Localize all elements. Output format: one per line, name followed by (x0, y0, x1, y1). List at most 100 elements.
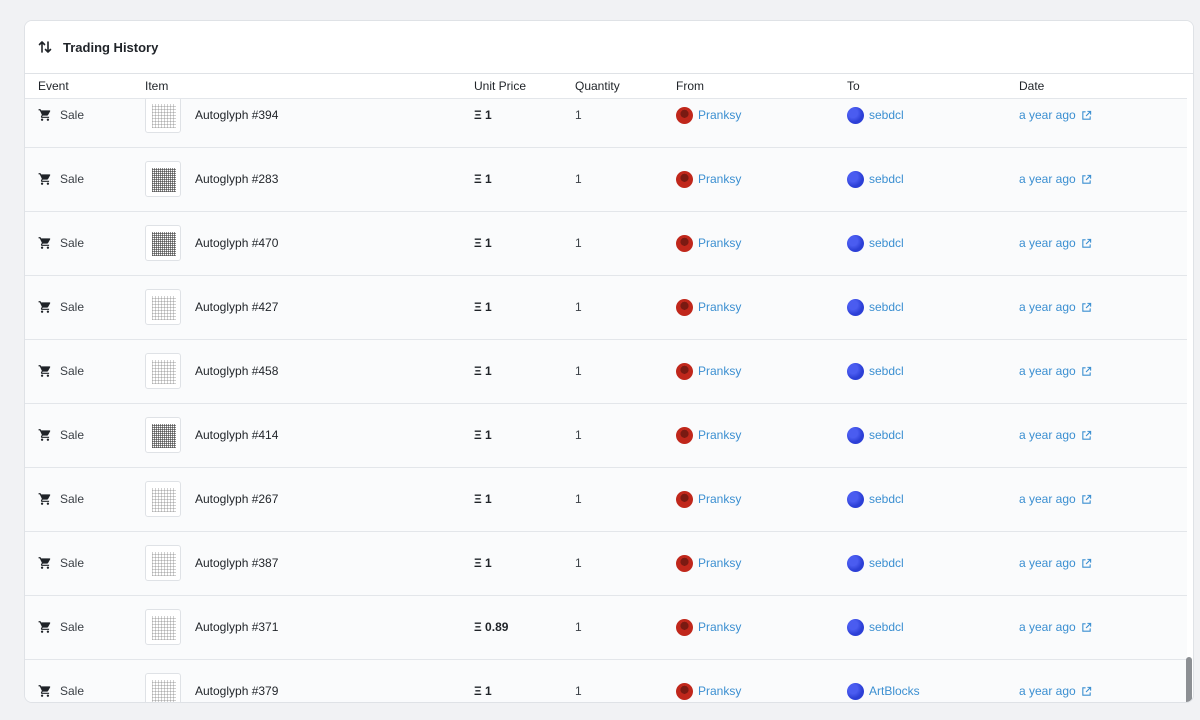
external-link-icon[interactable] (1081, 622, 1092, 633)
item-thumbnail[interactable] (145, 225, 181, 261)
table-row[interactable]: Sale Autoglyph #470 Ξ 1 1 Pranksy sebdcl… (25, 212, 1187, 276)
from-user-link[interactable]: Pranksy (698, 620, 741, 634)
from-user-link[interactable]: Pranksy (698, 108, 741, 122)
col-event[interactable]: Event (38, 79, 69, 93)
from-user-link[interactable]: Pranksy (698, 428, 741, 442)
date-cell[interactable]: a year ago (1019, 620, 1092, 634)
date-link[interactable]: a year ago (1019, 492, 1076, 506)
avatar[interactable] (676, 170, 693, 188)
to-user-link[interactable]: sebdcl (869, 620, 904, 634)
to-user-link[interactable]: sebdcl (869, 108, 904, 122)
avatar[interactable] (847, 234, 864, 252)
item-name[interactable]: Autoglyph #427 (195, 300, 278, 314)
avatar[interactable] (676, 618, 693, 636)
avatar[interactable] (676, 298, 693, 316)
date-cell[interactable]: a year ago (1019, 556, 1092, 570)
avatar[interactable] (676, 554, 693, 572)
avatar[interactable] (676, 106, 693, 124)
col-date[interactable]: Date (1019, 79, 1044, 93)
table-row[interactable]: Sale Autoglyph #387 Ξ 1 1 Pranksy sebdcl… (25, 532, 1187, 596)
date-link[interactable]: a year ago (1019, 684, 1076, 698)
from-user-link[interactable]: Pranksy (698, 556, 741, 570)
from-user-link[interactable]: Pranksy (698, 300, 741, 314)
to-user-link[interactable]: sebdcl (869, 364, 904, 378)
avatar[interactable] (847, 682, 864, 700)
external-link-icon[interactable] (1081, 686, 1092, 697)
item-name[interactable]: Autoglyph #470 (195, 236, 278, 250)
external-link-icon[interactable] (1081, 302, 1092, 313)
item-name[interactable]: Autoglyph #371 (195, 620, 278, 634)
external-link-icon[interactable] (1081, 558, 1092, 569)
item-thumbnail[interactable] (145, 673, 181, 702)
item-name[interactable]: Autoglyph #379 (195, 684, 278, 698)
item-name[interactable]: Autoglyph #414 (195, 428, 278, 442)
to-user-link[interactable]: sebdcl (869, 492, 904, 506)
col-to[interactable]: To (847, 79, 860, 93)
avatar[interactable] (676, 682, 693, 700)
from-user-link[interactable]: Pranksy (698, 684, 741, 698)
external-link-icon[interactable] (1081, 238, 1092, 249)
table-row[interactable]: Sale Autoglyph #267 Ξ 1 1 Pranksy sebdcl… (25, 468, 1187, 532)
item-name[interactable]: Autoglyph #394 (195, 108, 278, 122)
avatar[interactable] (847, 106, 864, 124)
item-name[interactable]: Autoglyph #387 (195, 556, 278, 570)
table-row[interactable]: Sale Autoglyph #371 Ξ 0.89 1 Pranksy seb… (25, 596, 1187, 660)
date-cell[interactable]: a year ago (1019, 236, 1092, 250)
avatar[interactable] (676, 490, 693, 508)
table-row[interactable]: Sale Autoglyph #379 Ξ 1 1 Pranksy ArtBlo… (25, 660, 1187, 702)
item-thumbnail[interactable] (145, 481, 181, 517)
external-link-icon[interactable] (1081, 110, 1092, 121)
avatar[interactable] (847, 554, 864, 572)
date-cell[interactable]: a year ago (1019, 492, 1092, 506)
date-link[interactable]: a year ago (1019, 556, 1076, 570)
date-cell[interactable]: a year ago (1019, 108, 1092, 122)
external-link-icon[interactable] (1081, 430, 1092, 441)
avatar[interactable] (847, 170, 864, 188)
external-link-icon[interactable] (1081, 366, 1092, 377)
avatar[interactable] (676, 234, 693, 252)
table-row[interactable]: Sale Autoglyph #414 Ξ 1 1 Pranksy sebdcl… (25, 404, 1187, 468)
date-cell[interactable]: a year ago (1019, 428, 1092, 442)
item-name[interactable]: Autoglyph #283 (195, 172, 278, 186)
avatar[interactable] (847, 426, 864, 444)
date-link[interactable]: a year ago (1019, 236, 1076, 250)
from-user-link[interactable]: Pranksy (698, 364, 741, 378)
date-cell[interactable]: a year ago (1019, 300, 1092, 314)
date-link[interactable]: a year ago (1019, 108, 1076, 122)
external-link-icon[interactable] (1081, 174, 1092, 185)
item-thumbnail[interactable] (145, 97, 181, 133)
table-row[interactable]: Sale Autoglyph #283 Ξ 1 1 Pranksy sebdcl… (25, 148, 1187, 212)
from-user-link[interactable]: Pranksy (698, 236, 741, 250)
date-link[interactable]: a year ago (1019, 364, 1076, 378)
scrollbar-thumb[interactable] (1186, 657, 1192, 702)
col-from[interactable]: From (676, 79, 704, 93)
avatar[interactable] (847, 490, 864, 508)
to-user-link[interactable]: sebdcl (869, 300, 904, 314)
item-thumbnail[interactable] (145, 161, 181, 197)
avatar[interactable] (847, 298, 864, 316)
to-user-link[interactable]: sebdcl (869, 172, 904, 186)
scrollbar-track[interactable] (1186, 99, 1192, 702)
avatar[interactable] (676, 426, 693, 444)
from-user-link[interactable]: Pranksy (698, 172, 741, 186)
avatar[interactable] (847, 618, 864, 636)
table-row[interactable]: Sale Autoglyph #458 Ξ 1 1 Pranksy sebdcl… (25, 340, 1187, 404)
date-link[interactable]: a year ago (1019, 300, 1076, 314)
to-user-link[interactable]: ArtBlocks (869, 684, 920, 698)
item-thumbnail[interactable] (145, 417, 181, 453)
external-link-icon[interactable] (1081, 494, 1092, 505)
table-row[interactable]: Sale Autoglyph #427 Ξ 1 1 Pranksy sebdcl… (25, 276, 1187, 340)
avatar[interactable] (847, 362, 864, 380)
avatar[interactable] (676, 362, 693, 380)
item-name[interactable]: Autoglyph #458 (195, 364, 278, 378)
date-link[interactable]: a year ago (1019, 620, 1076, 634)
item-thumbnail[interactable] (145, 609, 181, 645)
date-link[interactable]: a year ago (1019, 172, 1076, 186)
to-user-link[interactable]: sebdcl (869, 236, 904, 250)
item-thumbnail[interactable] (145, 353, 181, 389)
item-name[interactable]: Autoglyph #267 (195, 492, 278, 506)
to-user-link[interactable]: sebdcl (869, 428, 904, 442)
item-thumbnail[interactable] (145, 545, 181, 581)
date-cell[interactable]: a year ago (1019, 684, 1092, 698)
col-item[interactable]: Item (145, 79, 168, 93)
